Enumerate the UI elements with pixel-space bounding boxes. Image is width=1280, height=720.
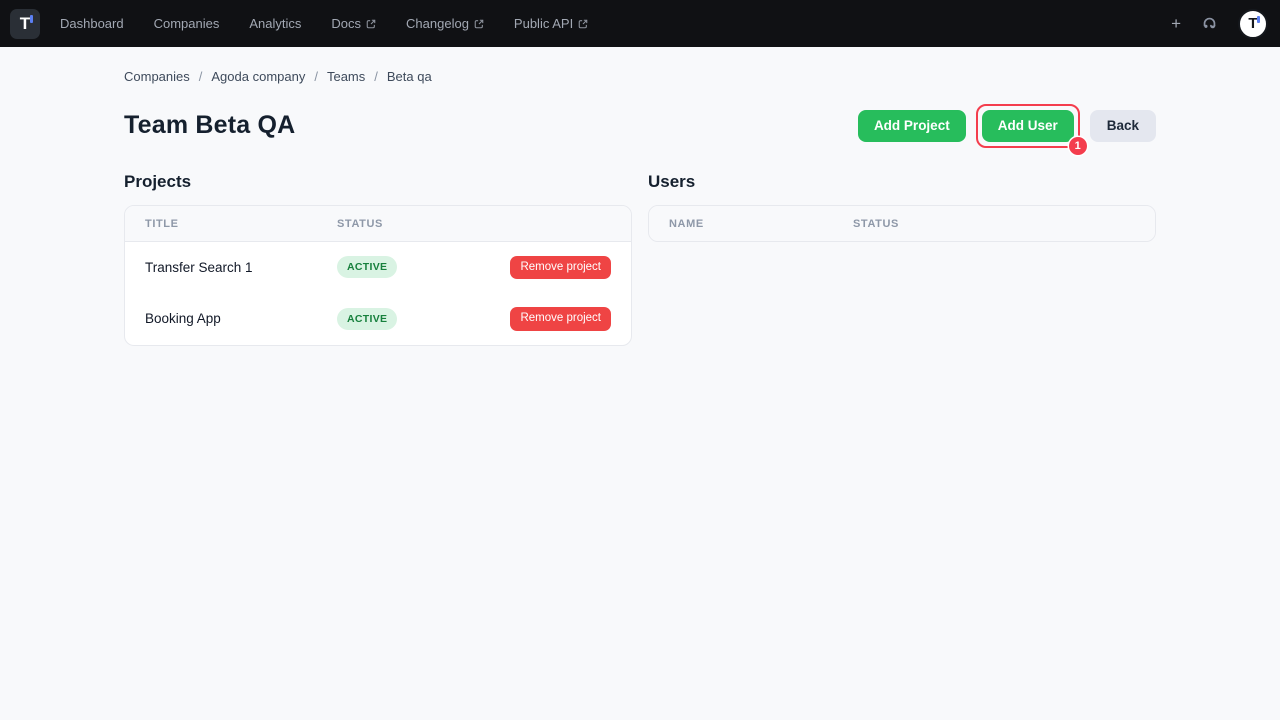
remove-project-button[interactable]: Remove project — [510, 307, 611, 331]
breadcrumb-beta-qa[interactable]: Beta qa — [387, 69, 432, 84]
column-header-actions — [511, 218, 611, 230]
breadcrumb-separator: / — [314, 69, 318, 84]
external-link-icon — [578, 19, 588, 29]
projects-table: TITLE STATUS Transfer Search 1 ACTIVE Re… — [124, 205, 632, 346]
header-actions: Add Project Add User 1 Back — [858, 104, 1156, 148]
table-row: Booking App ACTIVE Remove project — [125, 293, 631, 345]
annotation-highlight-box: Add User 1 — [976, 104, 1080, 148]
breadcrumb-agoda-company[interactable]: Agoda company — [211, 69, 305, 84]
nav-item-docs[interactable]: Docs — [331, 16, 376, 31]
nav-item-public-api[interactable]: Public API — [514, 16, 588, 31]
tables-layout: Projects TITLE STATUS Transfer Search 1 … — [124, 172, 1156, 346]
page-title: Team Beta QA — [124, 111, 295, 140]
breadcrumb: Companies / Agoda company / Teams / Beta… — [124, 69, 1156, 84]
nav-item-dashboard[interactable]: Dashboard — [60, 16, 124, 31]
nav-label: Public API — [514, 16, 573, 31]
page-content: Companies / Agoda company / Teams / Beta… — [124, 47, 1156, 346]
page-header: Team Beta QA Add Project Add User 1 Back — [124, 104, 1156, 148]
add-project-button[interactable]: Add Project — [858, 110, 966, 142]
column-header-title: TITLE — [145, 218, 337, 230]
account-avatar[interactable]: T — [1238, 9, 1268, 39]
app-logo-letter: T — [20, 15, 30, 32]
users-section: Users NAME STATUS — [648, 172, 1156, 242]
support-headset-icon[interactable] — [1201, 15, 1218, 32]
nav-item-changelog[interactable]: Changelog — [406, 16, 484, 31]
topbar-right-actions: + T — [1171, 9, 1268, 39]
nav-item-companies[interactable]: Companies — [154, 16, 220, 31]
column-header-name: NAME — [669, 218, 853, 230]
nav-label: Companies — [154, 16, 220, 31]
main-nav: Dashboard Companies Analytics Docs Chang… — [60, 16, 588, 31]
nav-label: Dashboard — [60, 16, 124, 31]
add-user-button[interactable]: Add User — [982, 110, 1074, 142]
nav-label: Changelog — [406, 16, 469, 31]
annotation-step-badge: 1 — [1069, 137, 1087, 155]
column-header-status: STATUS — [337, 218, 511, 230]
plus-icon[interactable]: + — [1171, 15, 1181, 32]
breadcrumb-teams[interactable]: Teams — [327, 69, 365, 84]
top-navigation-bar: T Dashboard Companies Analytics Docs Cha… — [0, 0, 1280, 47]
table-row: Transfer Search 1 ACTIVE Remove project — [125, 242, 631, 294]
status-badge: ACTIVE — [337, 308, 397, 330]
projects-heading: Projects — [124, 172, 632, 192]
users-table: NAME STATUS — [648, 205, 1156, 242]
app-logo[interactable]: T — [10, 9, 40, 39]
projects-table-header: TITLE STATUS — [125, 206, 631, 242]
external-link-icon — [474, 19, 484, 29]
column-header-status: STATUS — [853, 218, 1135, 230]
status-badge: ACTIVE — [337, 256, 397, 278]
app-logo-accent — [30, 15, 33, 23]
external-link-icon — [366, 19, 376, 29]
project-title: Booking App — [145, 311, 337, 326]
nav-label: Docs — [331, 16, 361, 31]
projects-section: Projects TITLE STATUS Transfer Search 1 … — [124, 172, 632, 346]
breadcrumb-companies[interactable]: Companies — [124, 69, 190, 84]
users-table-header: NAME STATUS — [649, 206, 1155, 241]
back-button[interactable]: Back — [1090, 110, 1156, 142]
project-title: Transfer Search 1 — [145, 260, 337, 275]
breadcrumb-separator: / — [374, 69, 378, 84]
avatar-accent — [1257, 16, 1260, 23]
nav-item-analytics[interactable]: Analytics — [249, 16, 301, 31]
remove-project-button[interactable]: Remove project — [510, 256, 611, 280]
nav-label: Analytics — [249, 16, 301, 31]
users-heading: Users — [648, 172, 1156, 192]
breadcrumb-separator: / — [199, 69, 203, 84]
